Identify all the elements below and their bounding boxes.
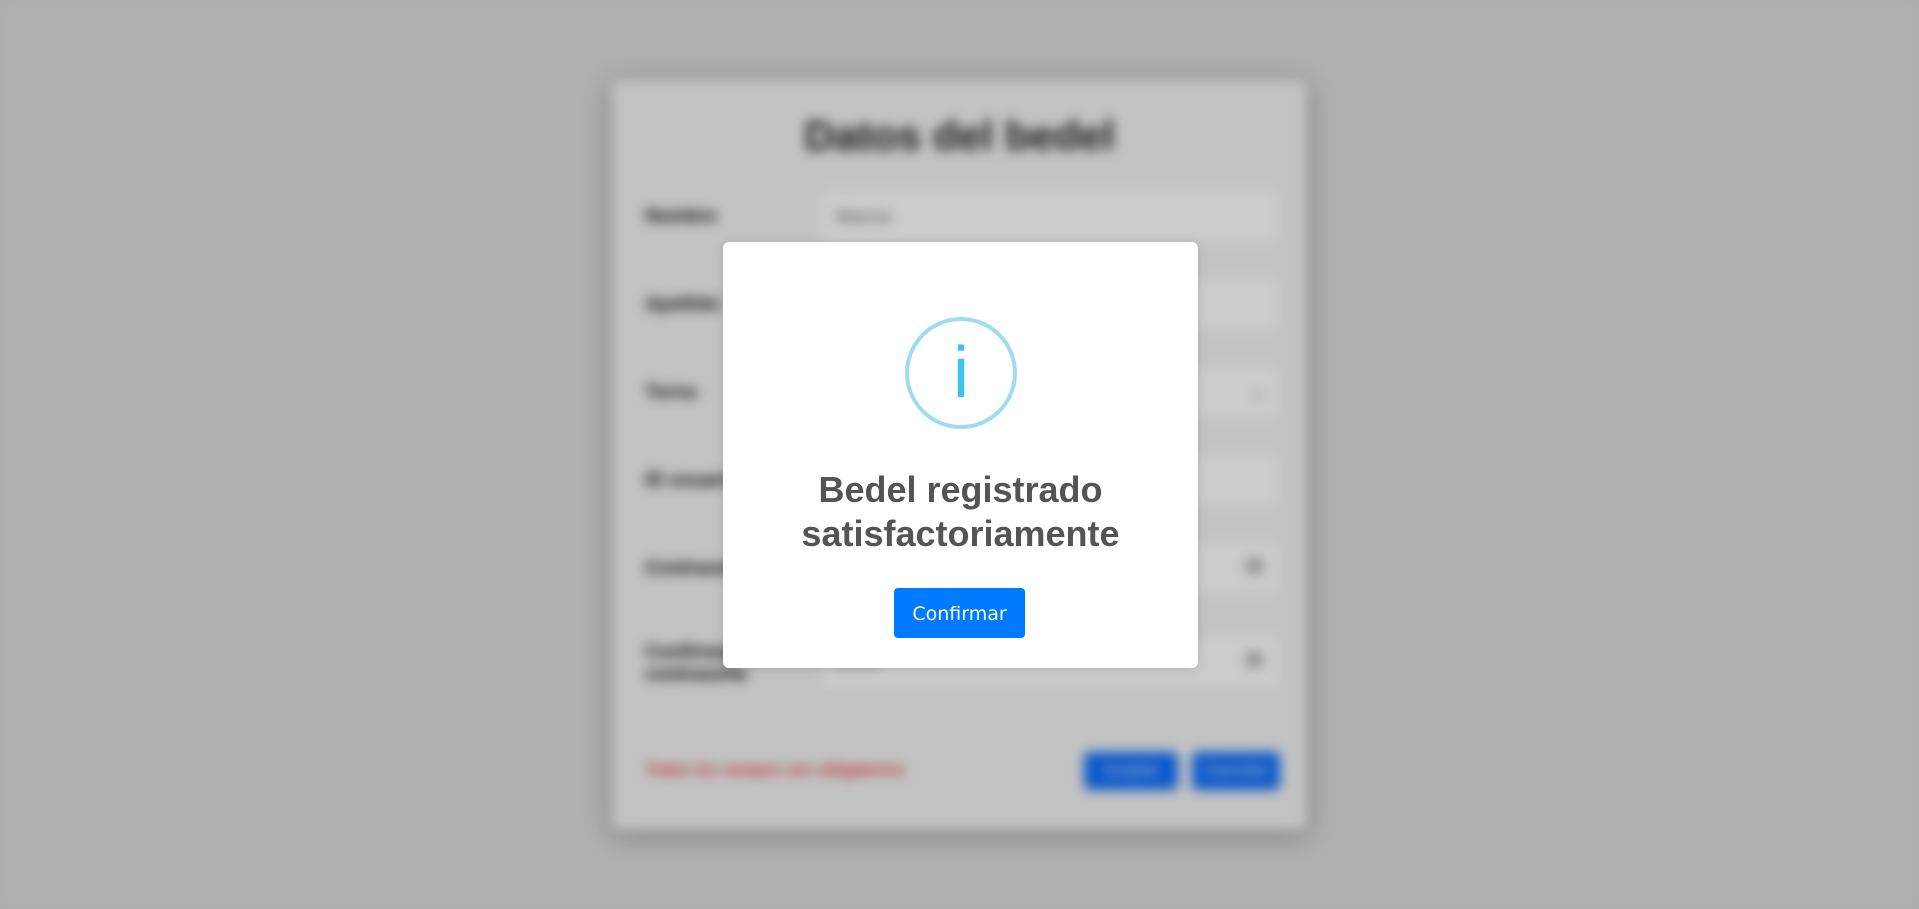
confirm-button[interactable]: Confirmar — [894, 588, 1025, 638]
dialog-title-text: Bedel registrado satisfactoriamente — [801, 469, 1120, 554]
dialog-title: Bedel registrado satisfactoriamente — [723, 468, 1198, 556]
info-glyph: i — [953, 333, 969, 413]
success-dialog: i Bedel registrado satisfactoriamente Co… — [723, 242, 1198, 668]
info-icon: i — [905, 317, 1017, 429]
